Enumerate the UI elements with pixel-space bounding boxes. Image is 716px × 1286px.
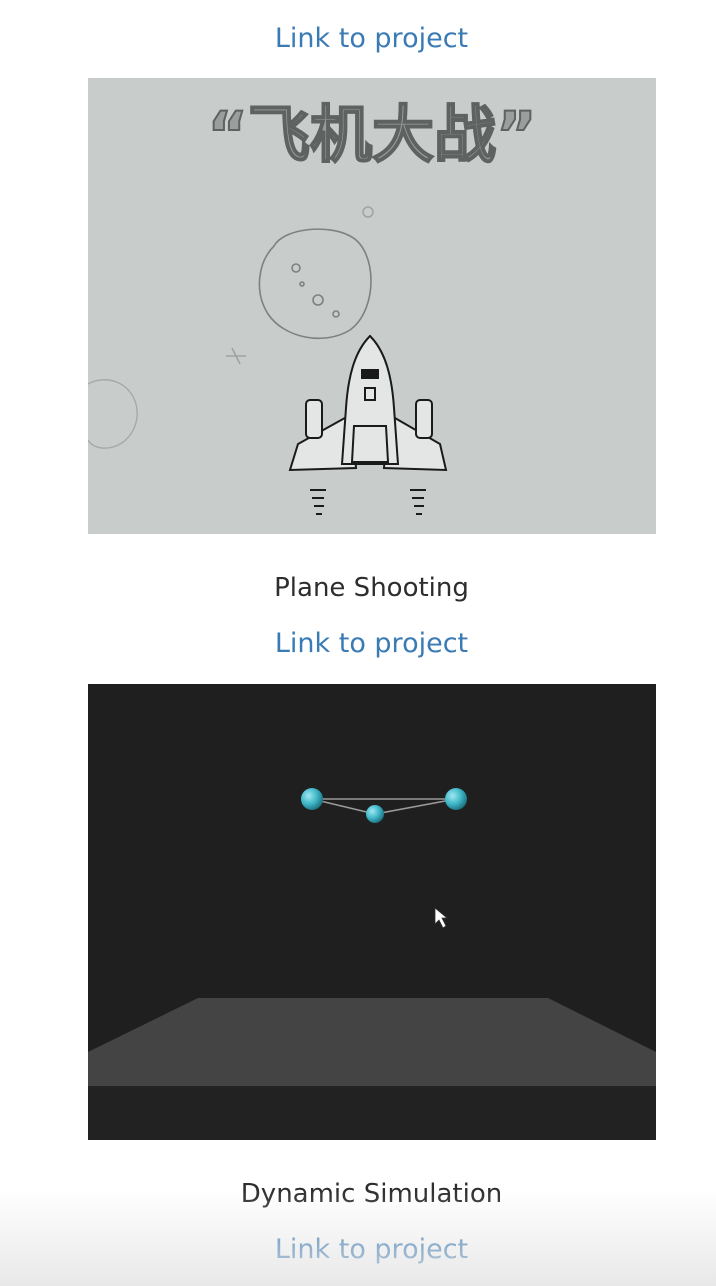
spring-lines — [311, 798, 457, 815]
project-link[interactable]: Link to project — [0, 1233, 716, 1267]
project-title: Plane Shooting — [274, 573, 469, 603]
fighter-jet-icon — [288, 334, 448, 515]
project-link[interactable]: Link to project — [0, 627, 716, 661]
project-title: Dynamic Simulation — [240, 1179, 503, 1209]
floor-edge — [88, 1086, 656, 1140]
floor-plane — [88, 998, 656, 1086]
plane-shooting-thumbnail[interactable]: “飞机大战” — [88, 78, 656, 534]
game-banner-text: “飞机大战” — [207, 98, 537, 171]
asteroid-small-icon — [88, 379, 138, 449]
asteroid-icon — [258, 228, 372, 340]
dynamic-simulation-illustration — [88, 788, 656, 1140]
star-circle-icon — [362, 206, 374, 218]
particle-spring-icon — [301, 788, 467, 823]
mouse-cursor-icon — [434, 907, 449, 929]
sparkle-icon — [226, 347, 246, 365]
plane-shooting-illustration: “飞机大战” — [88, 97, 538, 515]
dynamic-simulation-thumbnail[interactable] — [88, 684, 656, 1140]
project-link[interactable]: Link to project — [0, 22, 716, 56]
projects-page: Link to project “飞机大战” Plane Shooting Li… — [0, 0, 716, 1286]
